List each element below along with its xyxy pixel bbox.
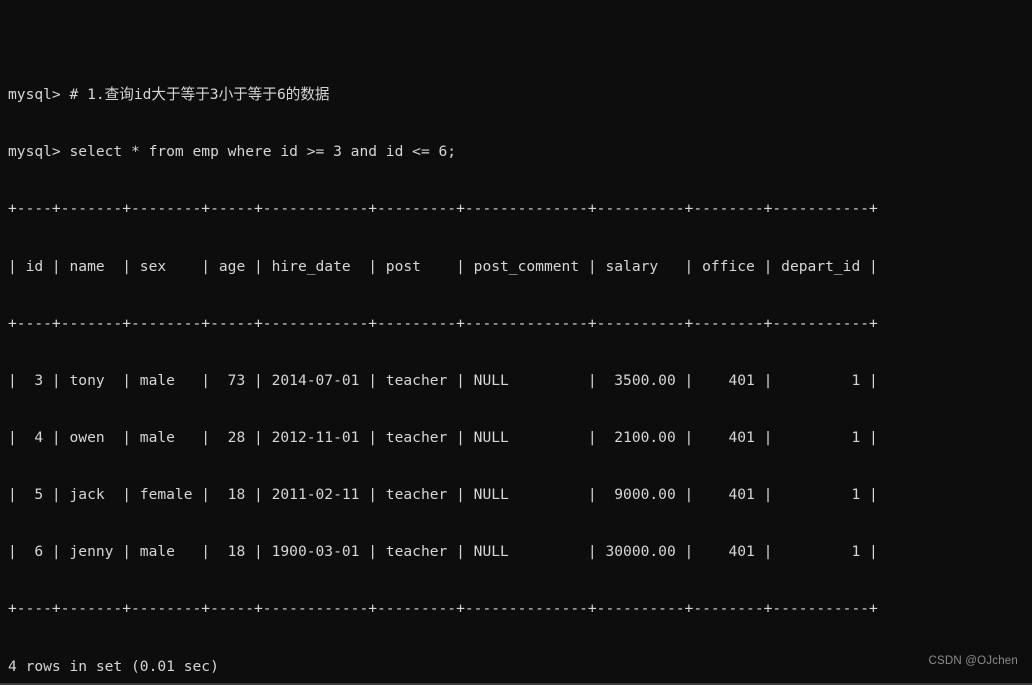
sql-command-line: mysql> select * from emp where id >= 3 a… xyxy=(8,143,457,161)
sql-comment-line: mysql> # 1.查询id大于等于3小于等于6的数据 xyxy=(8,86,330,104)
table-separator-bottom: +----+-------+--------+-----+-----------… xyxy=(8,600,878,618)
table-row: | 3 | tony | male | 73 | 2014-07-01 | te… xyxy=(8,371,878,389)
watermark-label: CSDN @OJchen xyxy=(928,654,1018,667)
result-status-line: 4 rows in set (0.01 sec) xyxy=(8,657,219,675)
table-separator-mid: +----+-------+--------+-----+-----------… xyxy=(8,314,878,332)
terminal-window[interactable]: mysql> # 1.查询id大于等于3小于等于6的数据 mysql> sele… xyxy=(0,0,1032,685)
table-row: | 5 | jack | female | 18 | 2011-02-11 | … xyxy=(8,486,878,504)
table-row: | 6 | jenny | male | 18 | 1900-03-01 | t… xyxy=(8,543,878,561)
table-row: | 4 | owen | male | 28 | 2012-11-01 | te… xyxy=(8,429,878,447)
table-separator-top: +----+-------+--------+-----+-----------… xyxy=(8,200,878,218)
table-header-row: | id | name | sex | age | hire_date | po… xyxy=(8,257,878,275)
terminal-screen: mysql> # 1.查询id大于等于3小于等于6的数据 mysql> sele… xyxy=(8,9,878,683)
